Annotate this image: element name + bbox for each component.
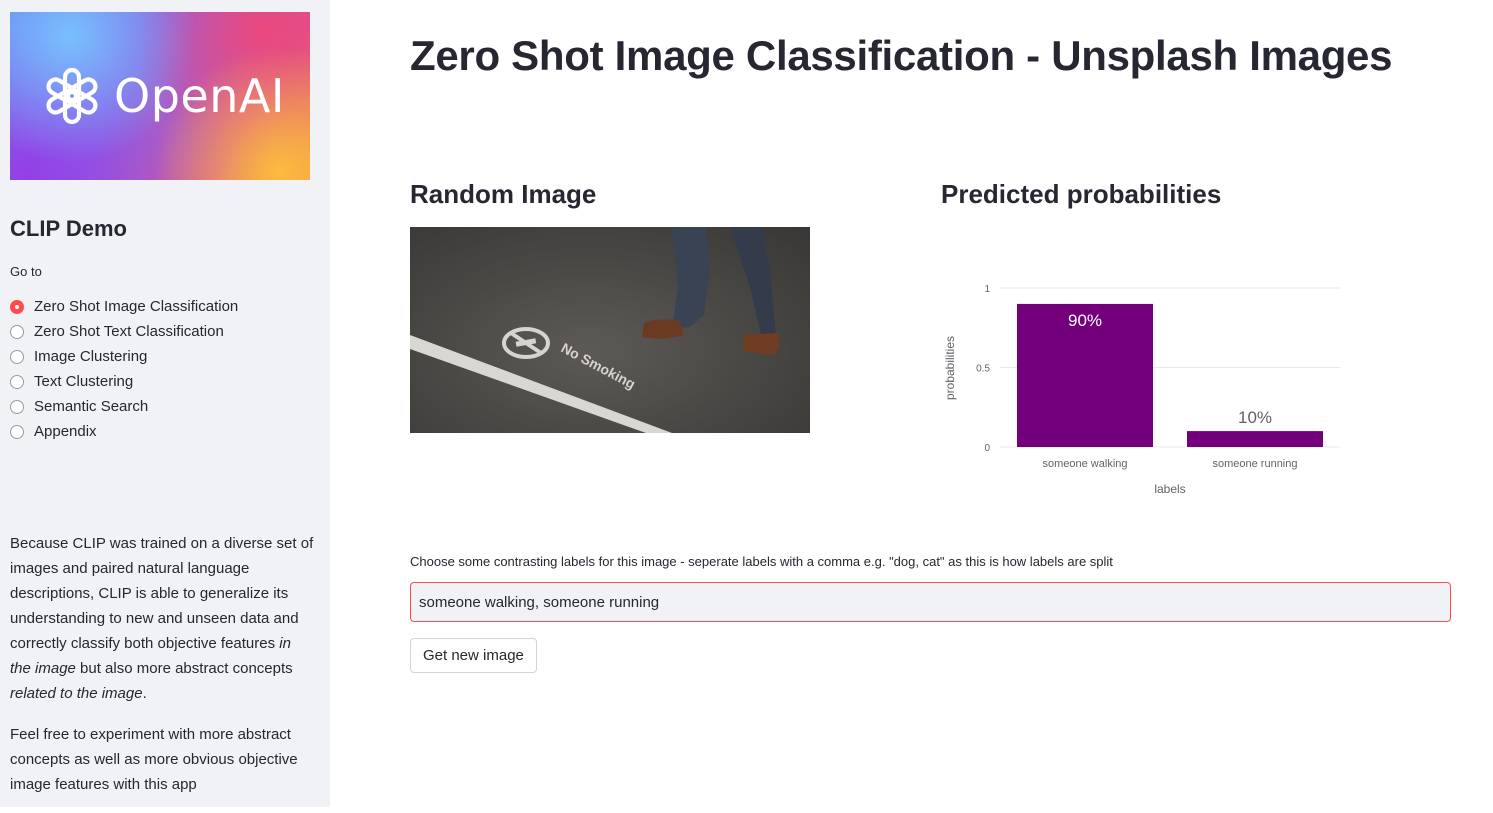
- nav-item-label: Text Clustering: [34, 373, 134, 390]
- photo-sign-text: No Smoking: [559, 340, 639, 392]
- labels-input[interactable]: [410, 582, 1451, 622]
- get-new-image-button[interactable]: Get new image: [410, 638, 537, 673]
- description-paragraph: Because CLIP was trained on a diverse se…: [10, 535, 314, 702]
- page-title: Zero Shot Image Classification - Unsplas…: [410, 32, 1393, 79]
- nav-item-label: Semantic Search: [34, 398, 149, 415]
- bar-data-label: 10%: [1238, 408, 1272, 427]
- sidebar-description: Because CLIP was trained on a diverse se…: [10, 531, 315, 813]
- x-tick-label: someone walking: [1043, 458, 1128, 470]
- probability-bar-chart: 0 0.5 1 90% 10% someone walking someone runn…: [943, 284, 1340, 496]
- random-image: No Smoking: [410, 227, 810, 433]
- nav-radio-semantic-search[interactable]: Semantic Search: [10, 394, 238, 419]
- sidebar-title: CLIP Demo: [10, 216, 127, 241]
- nav-item-label: Appendix: [34, 423, 97, 440]
- bar-data-label: 90%: [1068, 311, 1102, 330]
- radio-button[interactable]: [10, 399, 24, 414]
- goto-label: Go to: [10, 264, 42, 279]
- radio-button[interactable]: [10, 324, 24, 339]
- radio-button[interactable]: [10, 349, 24, 364]
- x-axis-label: labels: [1154, 482, 1185, 496]
- radio-button[interactable]: [10, 374, 24, 389]
- radio-button[interactable]: [10, 424, 24, 439]
- nav-item-label: Zero Shot Image Classification: [34, 298, 239, 315]
- labels-input-label: Choose some contrasting labels for this …: [410, 554, 1113, 569]
- nav-radio-appendix[interactable]: Appendix: [10, 419, 238, 444]
- y-axis-label: probabilities: [943, 336, 957, 400]
- openai-logo-icon: [46, 67, 98, 125]
- nav-radio-zero-shot-image-classification[interactable]: Zero Shot Image Classification: [10, 294, 238, 319]
- predicted-probabilities-heading: Predicted probabilities: [941, 179, 1222, 209]
- x-tick-label: someone running: [1212, 458, 1297, 470]
- nav-radio-zero-shot-text-classification[interactable]: Zero Shot Text Classification: [10, 319, 238, 344]
- bar: [1187, 431, 1323, 447]
- logo-text: OpenAI: [114, 69, 285, 123]
- y-tick-label: 0: [984, 443, 990, 454]
- y-tick-label: 1: [984, 284, 990, 295]
- openai-logo: OpenAI: [10, 12, 310, 180]
- nav-item-label: Image Clustering: [34, 348, 148, 365]
- random-image-heading: Random Image: [410, 179, 597, 209]
- sidebar: OpenAI CLIP Demo Go to Zero Shot Image C…: [0, 0, 330, 807]
- street-photo: No Smoking: [410, 227, 780, 433]
- description-paragraph-2: Feel free to experiment with more abstra…: [10, 726, 298, 793]
- nav-radio-text-clustering[interactable]: Text Clustering: [10, 369, 238, 394]
- nav-radio-image-clustering[interactable]: Image Clustering: [10, 344, 238, 369]
- y-tick-label: 0.5: [976, 364, 990, 375]
- radio-button[interactable]: [10, 299, 24, 314]
- nav-item-label: Zero Shot Text Classification: [34, 323, 224, 340]
- page-radio-group: Zero Shot Image Classification Zero Shot …: [10, 294, 238, 444]
